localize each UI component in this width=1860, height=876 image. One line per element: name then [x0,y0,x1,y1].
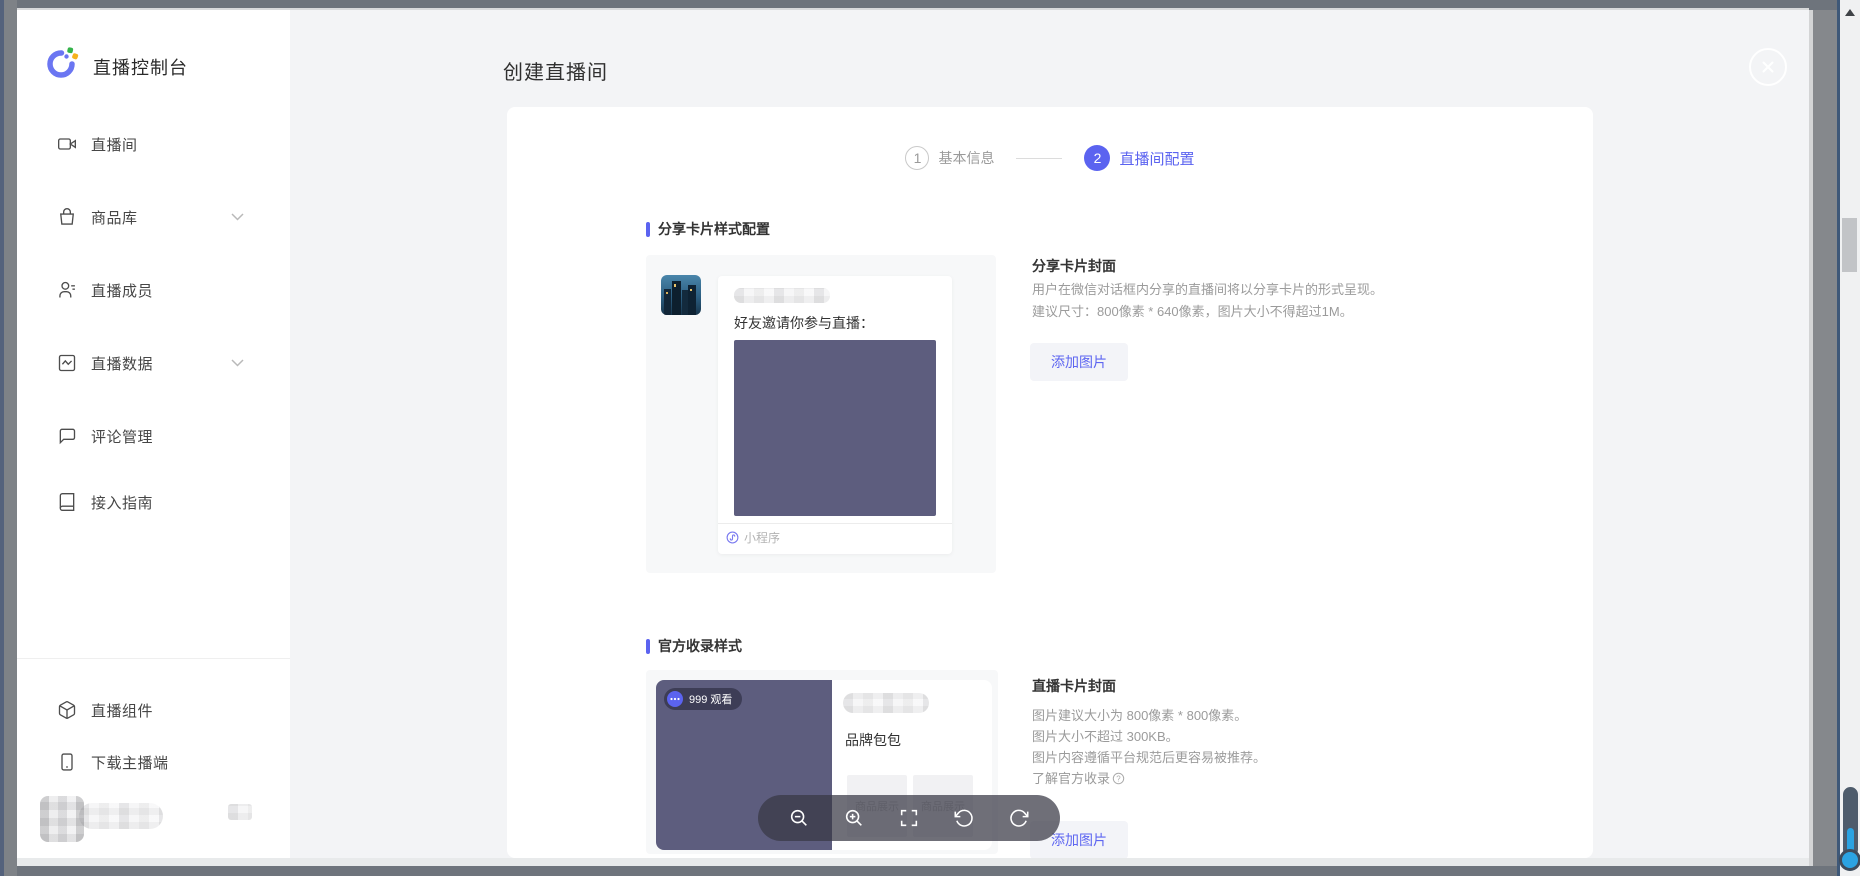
stepper: 1 基本信息 2 直播间配置 [507,145,1593,171]
mini-program-label: 小程序 [744,529,780,546]
sidebar-item-label: 直播数据 [91,353,153,374]
official-title-redacted [843,693,929,713]
section-heading-official: 官方收录样式 [646,636,742,656]
step-basic-info[interactable]: 1 基本信息 [905,146,994,170]
share-card-preview-panel: 好友邀请你参与直播： 小程序 [646,255,996,573]
step-label: 直播间配置 [1119,148,1194,169]
section-accent-bar [646,222,650,237]
browser-scrollbar[interactable] [1809,10,1837,866]
sidebar-item-live-room[interactable]: 直播间 [57,132,138,156]
share-cover-placeholder [734,340,936,516]
share-cover-line1: 用户在微信对话框内分享的直播间将以分享卡片的形式呈现。 [1032,279,1383,301]
step-label: 基本信息 [938,148,994,168]
page-title: 创建直播间 [503,56,608,85]
viewers-badge: 999 观看 [664,688,742,710]
scrollbar-up-arrow-icon[interactable] [1845,9,1855,16]
sidebar-item-live-data[interactable]: 直播数据 [57,351,153,375]
sidebar-item-label: 下载主播端 [91,752,169,773]
share-message-card: 好友邀请你参与直播： 小程序 [718,276,952,554]
close-button[interactable] [1749,48,1787,86]
chevron-down-icon[interactable] [231,359,244,367]
mini-program-row: 小程序 [726,529,780,546]
create-live-room-card: 1 基本信息 2 直播间配置 分享卡片样式配置 [507,107,1593,858]
cube-icon [57,700,77,720]
page: 直播控制台 直播间 商品库 直播成 [17,10,1809,858]
help-icon[interactable]: ? [1112,772,1125,785]
mini-program-icon [726,531,739,544]
sidebar-item-label: 商品库 [91,207,138,228]
book-icon [57,492,77,512]
comment-icon [57,426,77,446]
share-title-redacted [734,288,830,303]
image-viewer-toolbar [758,795,1060,841]
add-share-image-button[interactable]: 添加图片 [1030,343,1128,381]
rotate-ccw-icon[interactable] [953,807,975,829]
chart-icon [57,353,77,373]
viewers-count: 999 观看 [689,691,732,707]
step-room-config[interactable]: 2 直播间配置 [1084,145,1194,171]
live-dots-icon [667,691,683,707]
shopping-bag-icon [57,207,77,227]
camera-icon [57,134,77,154]
zoom-out-icon[interactable] [788,807,810,829]
smartphone-icon [57,752,77,772]
sidebar-item-label: 直播组件 [91,700,153,721]
sidebar-item-product-library[interactable]: 商品库 [57,205,138,229]
app-title: 直播控制台 [93,54,188,80]
official-learn-link[interactable]: 了解官方收录 [1032,771,1110,786]
share-card-divider [718,523,952,524]
user-name-redacted [79,803,163,829]
section-heading-text: 分享卡片样式配置 [658,219,770,239]
svg-text:?: ? [1116,774,1121,783]
sidebar: 直播控制台 直播间 商品库 直播成 [17,10,290,858]
user-avatar-redacted[interactable] [40,796,84,842]
sidebar-item-label: 评论管理 [91,426,153,447]
sidebar-item-label: 直播间 [91,134,138,155]
sidebar-item-label: 接入指南 [91,492,153,513]
section-accent-bar [646,639,650,654]
live-cover-line3: 图片内容遵循平台规范后更容易被推荐。 [1032,747,1266,768]
fullscreen-icon[interactable] [898,807,920,829]
chat-avatar-image [661,275,701,315]
section-heading-share-card: 分享卡片样式配置 [646,219,770,239]
sidebar-item-download-host-app[interactable]: 下载主播端 [57,750,169,774]
step-number: 2 [1084,145,1110,171]
horizontal-scrollbar[interactable] [17,858,1809,866]
live-cover-line4: 了解官方收录 ? [1032,768,1266,789]
scroll-cursor-knob[interactable] [1839,849,1860,871]
share-cover-line2: 建议尺寸：800像素 * 640像素，图片大小不得超过1M。 [1032,301,1383,323]
product-name: 品牌包包 [845,730,901,750]
share-cover-description: 用户在微信对话框内分享的直播间将以分享卡片的形式呈现。 建议尺寸：800像素 *… [1032,279,1383,323]
user-extra-redacted [228,804,252,820]
close-icon [1760,59,1776,75]
window-frame-left [0,0,17,876]
step-number: 1 [905,146,929,170]
screen: 直播控制台 直播间 商品库 直播成 [0,0,1860,876]
live-cover-title: 直播卡片封面 [1032,676,1116,696]
chevron-down-icon[interactable] [231,213,244,221]
sidebar-item-label: 直播成员 [91,280,153,301]
sidebar-item-live-components[interactable]: 直播组件 [57,698,153,722]
sidebar-item-comment-management[interactable]: 评论管理 [57,424,153,448]
sidebar-item-live-members[interactable]: 直播成员 [57,278,153,302]
rotate-cw-icon[interactable] [1008,807,1030,829]
step-connector [1016,158,1062,159]
sidebar-divider [17,658,290,659]
live-cover-line2: 图片大小不超过 300KB。 [1032,726,1266,747]
app-logo-icon [43,45,79,81]
sidebar-item-integration-guide[interactable]: 接入指南 [57,490,153,514]
share-cover-title: 分享卡片封面 [1032,256,1116,276]
invite-text: 好友邀请你参与直播： [734,313,874,333]
host-scrollbar-track[interactable] [1840,0,1860,876]
members-icon [57,280,77,300]
host-scrollbar-thumb[interactable] [1842,218,1857,272]
live-cover-line1: 图片建议大小为 800像素 * 800像素。 [1032,705,1266,726]
section-heading-text: 官方收录样式 [658,636,742,656]
live-cover-description: 图片建议大小为 800像素 * 800像素。 图片大小不超过 300KB。 图片… [1032,705,1266,789]
zoom-in-icon[interactable] [843,807,865,829]
